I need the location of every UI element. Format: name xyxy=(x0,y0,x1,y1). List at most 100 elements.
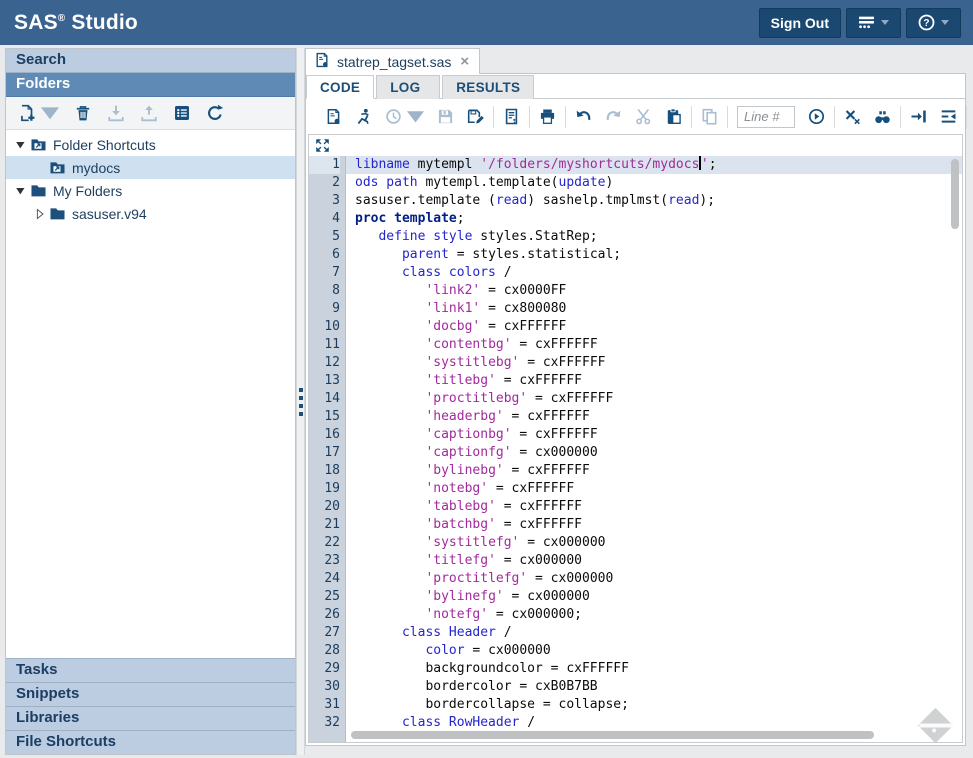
section-snippets[interactable]: Snippets xyxy=(6,682,295,706)
section-folders[interactable]: Folders xyxy=(6,73,295,97)
pane-splitter[interactable] xyxy=(296,48,305,755)
paste-button[interactable] xyxy=(665,108,682,125)
sign-out-button[interactable]: Sign Out xyxy=(759,8,841,38)
folders-toolbar xyxy=(6,97,295,130)
caret-expanded-icon[interactable] xyxy=(14,184,28,198)
line-number: 4 xyxy=(309,210,340,228)
line-number: 27 xyxy=(309,624,340,642)
run-icon xyxy=(355,108,372,125)
copy-icon xyxy=(701,108,718,125)
delete-button[interactable] xyxy=(74,104,92,122)
tab-log[interactable]: LOG xyxy=(376,75,440,99)
code-line: 'captionbg' = cxFFFFFF xyxy=(355,426,962,444)
tree-item-sasuser-v94[interactable]: sasuser.v94 xyxy=(6,202,295,225)
line-number: 11 xyxy=(309,336,340,354)
download-icon xyxy=(107,104,125,122)
properties-icon xyxy=(173,104,191,122)
section-tasks[interactable]: Tasks xyxy=(6,658,295,682)
menu-icon xyxy=(858,15,875,30)
undo-button[interactable] xyxy=(575,108,592,125)
horizontal-scrollbar[interactable] xyxy=(351,731,874,739)
save-as-button[interactable] xyxy=(467,108,484,125)
goto-line-input[interactable] xyxy=(737,106,795,128)
folder-icon xyxy=(30,182,47,199)
help-button[interactable]: ? xyxy=(906,8,961,38)
tree-item-mydocs[interactable]: mydocs xyxy=(6,156,295,179)
paste-icon xyxy=(665,108,682,125)
splitter-handle[interactable] xyxy=(299,388,303,416)
view-tabs: CODE LOG RESULTS xyxy=(306,74,965,99)
new-program-icon xyxy=(325,108,342,125)
work-area: statrep_tagset.sas × CODE LOG RESULTS 12… xyxy=(305,48,966,746)
upload-button xyxy=(140,104,158,122)
save-icon xyxy=(437,108,454,125)
code-text[interactable]: libname mytempl '/folders/myshortcuts/my… xyxy=(346,156,962,742)
tab-results[interactable]: RESULTS xyxy=(442,75,534,99)
line-number: 7 xyxy=(309,264,340,282)
line-number: 26 xyxy=(309,606,340,624)
code-line: 'captionfg' = cx000000 xyxy=(355,444,962,462)
editor-header xyxy=(309,135,962,156)
editor-toolbar xyxy=(306,99,965,134)
line-number: 3 xyxy=(309,192,340,210)
line-number: 14 xyxy=(309,390,340,408)
code-line: 'contentbg' = cxFFFFFF xyxy=(355,336,962,354)
tab-code[interactable]: CODE xyxy=(306,75,374,99)
section-file-shortcuts[interactable]: File Shortcuts xyxy=(6,730,295,754)
code-line: 'systitlefg' = cx000000 xyxy=(355,534,962,552)
upload-icon xyxy=(140,104,158,122)
vertical-scrollbar[interactable] xyxy=(951,159,959,229)
expand-icon xyxy=(315,138,330,153)
find-replace-icon xyxy=(874,108,891,125)
autocomplete-button[interactable] xyxy=(910,108,927,125)
refresh-button[interactable] xyxy=(206,104,224,122)
code-line: 'proctitlefg' = cx000000 xyxy=(355,570,962,588)
code-line: bordercolor = cxB0B7BB xyxy=(355,678,962,696)
line-number: 1 xyxy=(309,156,340,174)
line-number: 30 xyxy=(309,678,340,696)
properties-button[interactable] xyxy=(173,104,191,122)
caret-expanded-icon[interactable] xyxy=(14,138,28,152)
line-number: 28 xyxy=(309,642,340,660)
navigation-pane: Search Folders Folder ShortcutsmydocsMy … xyxy=(5,48,296,755)
redo-button xyxy=(605,108,622,125)
top-bar: SAS® Studio Sign Out ? xyxy=(0,0,973,45)
line-number: 6 xyxy=(309,246,340,264)
format-code-button[interactable] xyxy=(940,108,957,125)
print-button[interactable] xyxy=(539,108,556,125)
maximize-view-button[interactable] xyxy=(315,138,962,153)
section-libraries[interactable]: Libraries xyxy=(6,706,295,730)
line-number: 19 xyxy=(309,480,340,498)
line-number: 29 xyxy=(309,660,340,678)
line-number-gutter: 1234567891011121314151617181920212223242… xyxy=(309,156,346,742)
tree-item-folder-shortcuts[interactable]: Folder Shortcuts xyxy=(6,133,295,156)
folder-icon xyxy=(49,205,66,222)
new-item-button[interactable] xyxy=(18,104,59,122)
caret-spacer xyxy=(33,161,47,175)
line-number: 20 xyxy=(309,498,340,516)
tab-statrep-tagset[interactable]: statrep_tagset.sas × xyxy=(305,48,480,74)
line-number: 25 xyxy=(309,588,340,606)
new-program-button[interactable] xyxy=(325,108,342,125)
goto-line-button[interactable] xyxy=(808,108,825,125)
history-icon xyxy=(385,108,402,125)
code-line: backgroundcolor = cxFFFFFF xyxy=(355,660,962,678)
section-search[interactable]: Search xyxy=(6,49,295,73)
caret-collapsed-icon[interactable] xyxy=(33,207,47,221)
close-icon[interactable]: × xyxy=(460,54,469,69)
copy-button xyxy=(701,108,718,125)
clear-code-icon xyxy=(844,108,861,125)
folder-shortcut-icon xyxy=(30,136,47,153)
find-replace-button[interactable] xyxy=(874,108,891,125)
code-line: proc template; xyxy=(355,210,962,228)
code-line: 'bylinebg' = cxFFFFFF xyxy=(355,462,962,480)
program-summary-button[interactable] xyxy=(503,108,520,125)
line-number: 12 xyxy=(309,354,340,372)
code-line: 'notefg' = cx000000; xyxy=(355,606,962,624)
tree-item-my-folders[interactable]: My Folders xyxy=(6,179,295,202)
line-number: 31 xyxy=(309,696,340,714)
clear-code-button[interactable] xyxy=(844,108,861,125)
run-button[interactable] xyxy=(355,108,372,125)
folder-tree: Folder ShortcutsmydocsMy Folderssasuser.… xyxy=(6,130,295,658)
app-menu-button[interactable] xyxy=(846,8,901,38)
